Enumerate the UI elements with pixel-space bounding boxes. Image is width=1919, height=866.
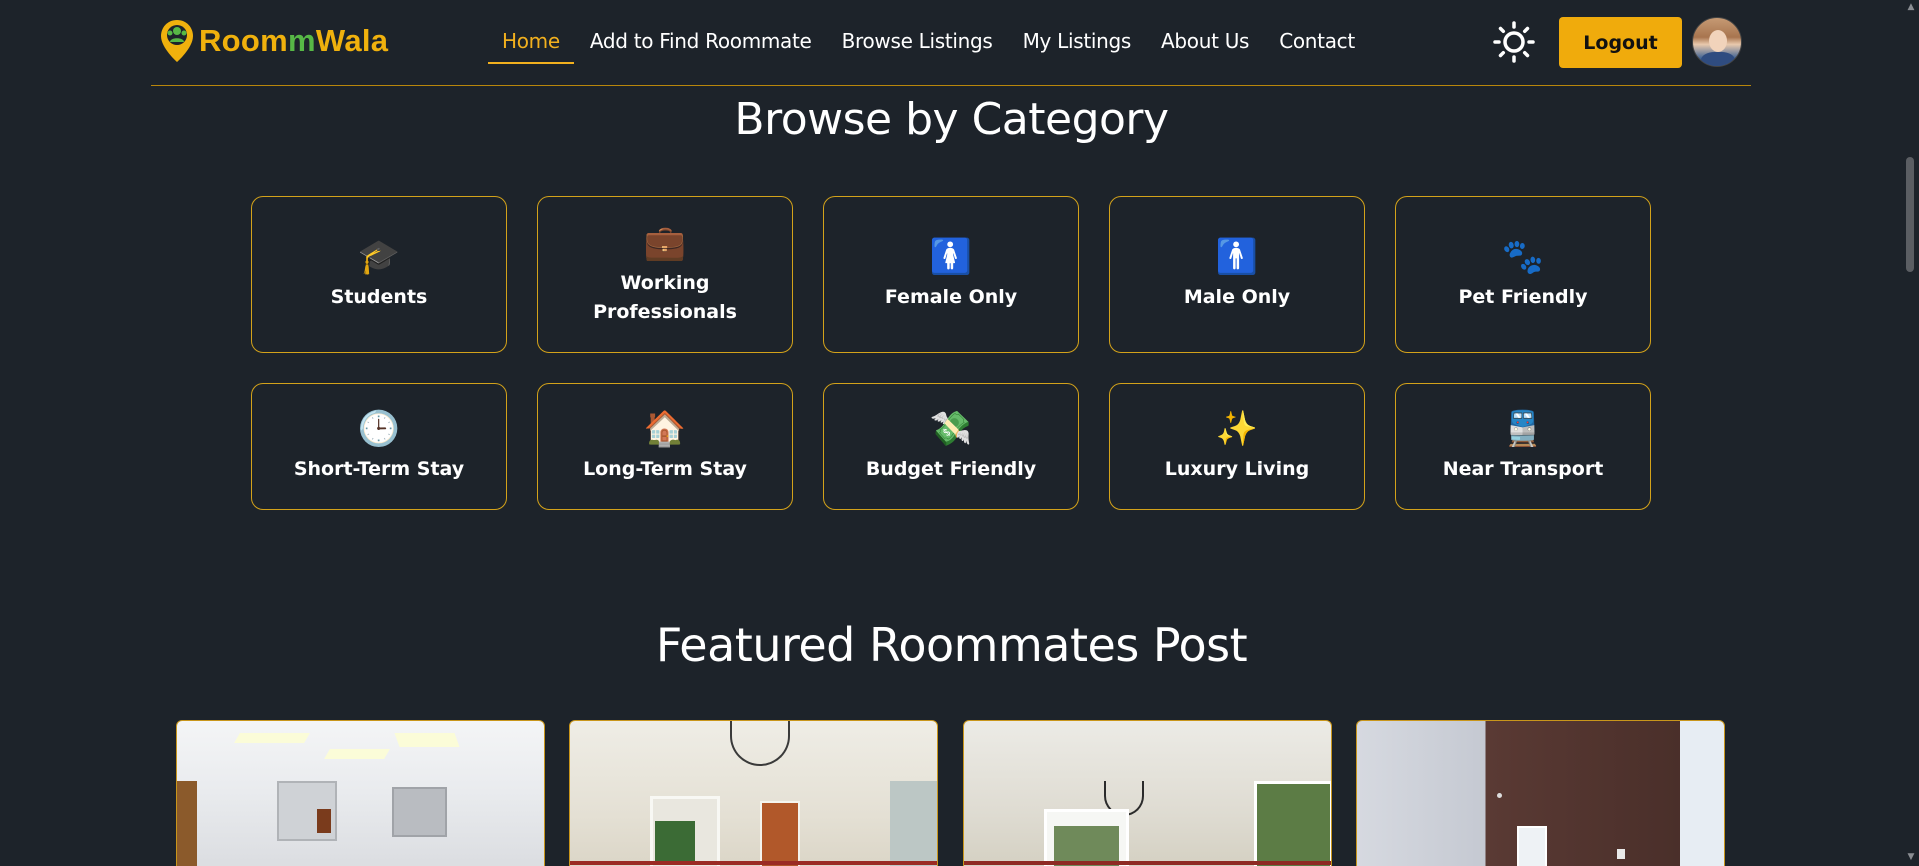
category-luxury-living[interactable]: ✨ Luxury Living	[1109, 383, 1365, 510]
scroll-up-arrow-icon[interactable]: ▲	[1906, 3, 1916, 12]
scroll-down-arrow-icon[interactable]: ▼	[1906, 853, 1916, 862]
category-label: Long-Term Stay	[583, 458, 747, 480]
category-pet-friendly[interactable]: 🐾 Pet Friendly	[1395, 196, 1651, 353]
train-icon: 🚆	[1501, 409, 1545, 449]
nav-browse-listings[interactable]: Browse Listings	[842, 0, 993, 86]
category-budget-friendly[interactable]: 💸 Budget Friendly	[823, 383, 1079, 510]
graduation-cap-icon: 🎓	[357, 237, 401, 277]
featured-post-card[interactable]	[569, 720, 938, 866]
category-label: Pet Friendly	[1458, 286, 1588, 308]
category-label: Students	[330, 286, 428, 308]
category-label: Budget Friendly	[865, 458, 1037, 480]
scrollbar-thumb[interactable]	[1906, 157, 1914, 272]
paw-prints-icon: 🐾	[1501, 237, 1545, 277]
category-male-only[interactable]: 🚹 Male Only	[1109, 196, 1365, 353]
category-label: Male Only	[1183, 286, 1291, 308]
category-label: Working Professionals	[593, 271, 737, 323]
featured-post-card[interactable]	[1356, 720, 1725, 866]
money-icon: 💸	[929, 409, 973, 449]
category-working-professionals[interactable]: 💼 Working Professionals	[537, 196, 793, 353]
category-long-term-stay[interactable]: 🏠 Long-Term Stay	[537, 383, 793, 510]
nav-add-roommate[interactable]: Add to Find Roommate	[590, 0, 812, 86]
category-label: Female Only	[884, 286, 1018, 308]
browse-category-title: Browse by Category	[734, 94, 1169, 145]
briefcase-icon: 💼	[643, 222, 687, 263]
sparkles-icon: ✨	[1215, 409, 1259, 449]
nav-contact[interactable]: Contact	[1279, 0, 1355, 86]
house-icon: 🏠	[643, 409, 687, 449]
category-students[interactable]: 🎓 Students	[251, 196, 507, 353]
category-female-only[interactable]: 🚺 Female Only	[823, 196, 1079, 353]
brand-name: RoommWala	[199, 23, 389, 58]
featured-post-card[interactable]	[963, 720, 1332, 866]
male-sign-icon: 🚹	[1215, 237, 1259, 277]
nav-links: Home Add to Find Roommate Browse Listing…	[488, 0, 1385, 86]
category-label: Near Transport	[1442, 458, 1604, 480]
logout-button[interactable]: Logout	[1559, 17, 1682, 68]
category-label: Short-Term Stay	[293, 458, 465, 480]
featured-post-card[interactable]	[176, 720, 545, 866]
sun-icon[interactable]	[1492, 20, 1536, 64]
scrollbar-track[interactable]	[1903, 0, 1919, 866]
featured-roommates-title: Featured Roommates Post	[655, 618, 1248, 672]
location-pin-icon	[161, 20, 193, 62]
category-short-term-stay[interactable]: 🕒 Short-Term Stay	[251, 383, 507, 510]
category-label: Luxury Living	[1164, 458, 1310, 480]
nav-about-us[interactable]: About Us	[1161, 0, 1249, 86]
clock-icon: 🕒	[357, 409, 401, 449]
female-sign-icon: 🚺	[929, 237, 973, 277]
nav-home[interactable]: Home	[488, 0, 574, 86]
category-near-transport[interactable]: 🚆 Near Transport	[1395, 383, 1651, 510]
brand-logo[interactable]: RoommWala	[159, 18, 388, 64]
user-avatar[interactable]	[1692, 17, 1742, 67]
navbar: RoommWala Home Add to Find Roommate Brow…	[151, 0, 1751, 86]
nav-my-listings[interactable]: My Listings	[1023, 0, 1132, 86]
